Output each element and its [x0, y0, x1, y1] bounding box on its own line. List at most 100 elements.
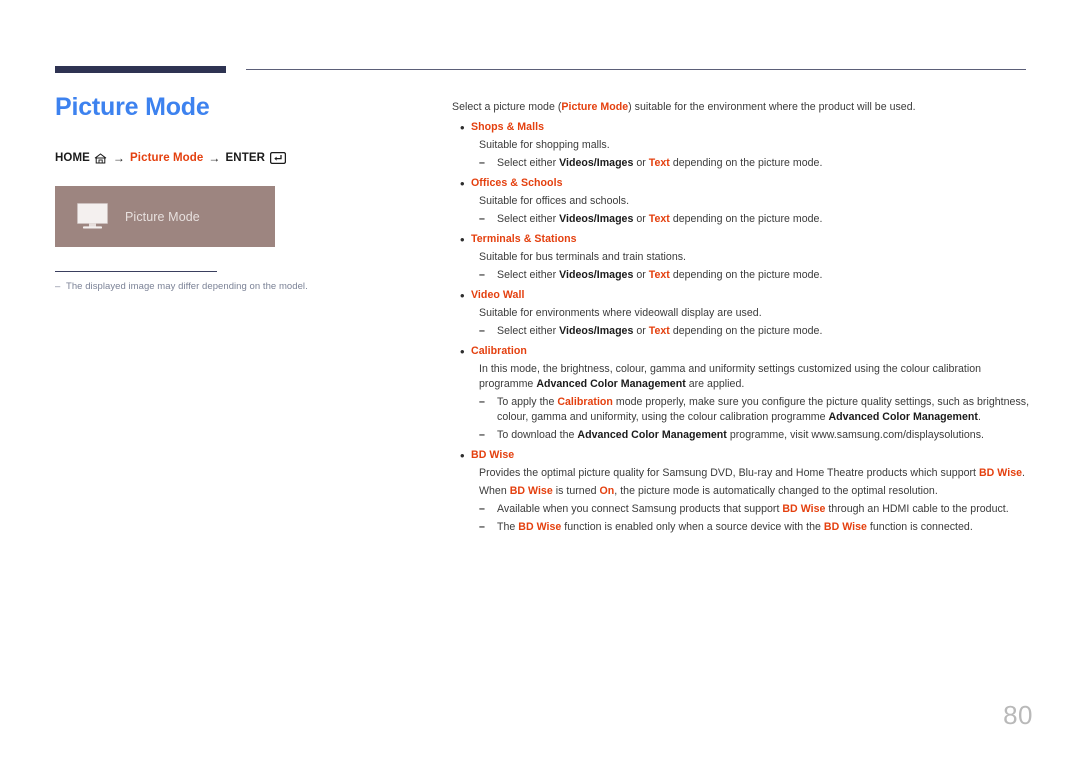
bdwise-p2-pre: When	[479, 485, 510, 497]
sub-note-text: Select either Videos/Images or Text depe…	[497, 156, 1030, 171]
list-item-title: BD Wise	[471, 449, 515, 461]
breadcrumb-picture-mode[interactable]: Picture Mode	[130, 152, 203, 164]
dash-marker: –	[479, 325, 485, 337]
breadcrumb-arrow-2: →	[208, 151, 221, 165]
calib-dash2-bold: Advanced Color Management	[577, 429, 727, 441]
sub-note: – Select either Videos/Images or Text de…	[479, 212, 1030, 227]
picture-mode-preview-tile[interactable]: Picture Mode	[55, 186, 275, 247]
left-column: Picture Mode HOME → Picture Mode → ENTER	[55, 92, 425, 293]
sub-note-post: depending on the picture mode.	[669, 269, 823, 281]
sub-note-post: depending on the picture mode.	[669, 325, 823, 337]
breadcrumb-home-label: HOME	[55, 152, 90, 164]
sub-note-text: To download the Advanced Color Managemen…	[497, 428, 1030, 443]
list-item-description: Suitable for bus terminals and train sta…	[479, 251, 687, 263]
sub-note-text: The BD Wise function is enabled only whe…	[497, 520, 1030, 535]
bdwise-dash1-pre: Available when you connect Samsung produ…	[497, 503, 783, 515]
sub-note: – To apply the Calibration mode properly…	[479, 395, 1030, 425]
bdwise-p2-red1: BD Wise	[509, 485, 553, 497]
dash-marker: –	[479, 157, 485, 169]
bdwise-paragraph-2: When BD Wise is turned On, the picture m…	[479, 484, 1030, 499]
sub-note-text: Select either Videos/Images or Text depe…	[497, 324, 1030, 339]
intro-pre: Select a picture mode (	[452, 101, 562, 113]
page-title: Picture Mode	[55, 93, 210, 121]
preview-tile-label: Picture Mode	[125, 209, 200, 224]
list-item-title: Terminals & Stations	[471, 233, 577, 245]
sub-note-mid: or	[633, 325, 649, 337]
sub-note-text: Select either Videos/Images or Text depe…	[497, 268, 1030, 283]
list-item: • Calibration	[452, 344, 1030, 359]
bdwise-p2-mid: is turned	[552, 485, 600, 497]
dash-marker: –	[479, 503, 485, 515]
sub-note: – Select either Videos/Images or Text de…	[479, 156, 1030, 171]
enter-key-icon	[270, 152, 287, 164]
sub-note-bold-1: Videos/Images	[559, 157, 634, 169]
note-item: – The displayed image may differ dependi…	[55, 280, 425, 293]
sub-note-post: depending on the picture mode.	[669, 157, 823, 169]
dash-marker: –	[479, 396, 485, 408]
list-item: • Video Wall	[452, 288, 1030, 303]
bullet-marker: •	[460, 232, 465, 247]
dash-marker: –	[479, 521, 485, 533]
bullet-marker: •	[460, 120, 465, 135]
sub-note-pre: Select either	[497, 269, 560, 281]
intro-bold-term: Picture Mode	[561, 101, 629, 113]
bdwise-p2-post: , the picture mode is automatically chan…	[614, 485, 938, 497]
note-text: The displayed image may differ depending…	[66, 281, 308, 292]
sub-note-text: To apply the Calibration mode properly, …	[497, 395, 1030, 425]
bdwise-dash1-red: BD Wise	[782, 503, 826, 515]
calib-dash2-post: programme, visit www.samsung.com/display…	[726, 429, 984, 441]
bdwise-dash2-red2: BD Wise	[823, 521, 867, 533]
sub-note-mid: or	[633, 269, 649, 281]
sub-note-bold-1: Videos/Images	[559, 213, 634, 225]
sub-note-pre: Select either	[497, 325, 560, 337]
calib-dash2-pre: To download the	[497, 429, 578, 441]
header-rule-thick-bar	[55, 66, 226, 73]
header-rule	[55, 66, 1026, 74]
sub-note-bold-1: Videos/Images	[559, 269, 634, 281]
bdwise-dash2-post: function is connected.	[866, 521, 973, 533]
sub-note-mid: or	[633, 157, 649, 169]
list-item-title: Shops & Malls	[471, 121, 545, 133]
bdwise-paragraph-1: Provides the optimal picture quality for…	[479, 466, 1030, 481]
header-rule-thin-line	[246, 69, 1026, 70]
note-dash-marker: –	[55, 281, 61, 292]
sub-note: – Available when you connect Samsung pro…	[479, 502, 1030, 517]
bdwise-dash1-post: through an HDMI cable to the product.	[825, 503, 1009, 515]
calib-dash1-post: .	[977, 411, 981, 423]
list-item: • BD Wise	[452, 448, 1030, 463]
sub-note-mid: or	[633, 213, 649, 225]
note-divider	[55, 271, 217, 272]
intro-paragraph: Select a picture mode (Picture Mode) sui…	[452, 100, 1030, 115]
sub-note-pre: Select either	[497, 213, 560, 225]
monitor-icon	[77, 203, 108, 230]
sub-note-bold-2: Text	[648, 213, 670, 225]
list-item: • Terminals & Stations	[452, 232, 1030, 247]
list-item-description: Suitable for shopping malls.	[479, 139, 610, 151]
sub-note: – The BD Wise function is enabled only w…	[479, 520, 1030, 535]
sub-note: – To download the Advanced Color Managem…	[479, 428, 1030, 443]
bullet-marker: •	[460, 448, 465, 463]
dash-marker: –	[479, 213, 485, 225]
page-number: 80	[1003, 700, 1033, 730]
list-item: • Offices & Schools	[452, 176, 1030, 191]
sub-note-bold-1: Videos/Images	[559, 325, 634, 337]
home-icon	[94, 152, 107, 164]
bdwise-p2-red2: On	[599, 485, 615, 497]
sub-note-pre: Select either	[497, 157, 560, 169]
calibration-desc-post: are applied.	[685, 378, 745, 390]
bullet-marker: •	[460, 176, 465, 191]
bdwise-dash2-red1: BD Wise	[518, 521, 562, 533]
calib-dash1-red: Calibration	[557, 396, 613, 408]
note-block: – The displayed image may differ dependi…	[55, 271, 425, 293]
bdwise-dash2-pre: The	[497, 521, 519, 533]
sub-note-post: depending on the picture mode.	[669, 213, 823, 225]
bdwise-p1-red: BD Wise	[979, 467, 1023, 479]
sub-note-text: Select either Videos/Images or Text depe…	[497, 212, 1030, 227]
calib-dash1-bold: Advanced Color Management	[828, 411, 978, 423]
dash-marker: –	[479, 429, 485, 441]
list-item-title: Calibration	[471, 345, 527, 357]
bullet-marker: •	[460, 344, 465, 359]
sub-note-bold-2: Text	[648, 157, 670, 169]
calibration-desc-bold: Advanced Color Management	[536, 378, 686, 390]
sub-note-bold-2: Text	[648, 325, 670, 337]
